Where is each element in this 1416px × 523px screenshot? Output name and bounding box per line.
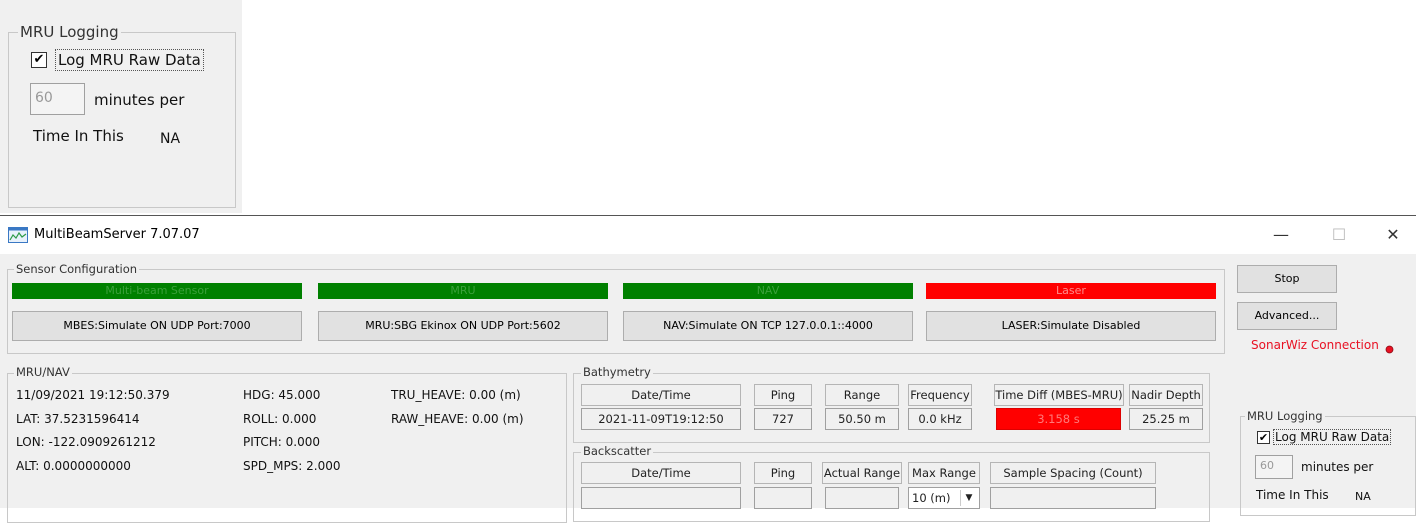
bs-header-sample-spacing: Sample Spacing (Count) (990, 462, 1156, 484)
mru-lat: LAT: 37.5231596414 (16, 412, 140, 426)
mru-nav-title: MRU/NAV (14, 365, 72, 379)
minutes-label-small: minutes per (1301, 460, 1374, 474)
laser-config-button[interactable]: LASER:Simulate Disabled (926, 311, 1216, 341)
close-button[interactable]: ✕ (1370, 220, 1416, 250)
mru-pitch: PITCH: 0.000 (243, 435, 321, 449)
bathy-header-nadir-depth: Nadir Depth (1129, 384, 1203, 406)
time-label: Time In This (33, 127, 124, 145)
advanced-button[interactable]: Advanced... (1237, 302, 1337, 330)
mru-logging-zoom-panel: MRU Logging ✔ Log MRU Raw Data 60 minute… (0, 0, 242, 213)
mru-speed: SPD_MPS: 2.000 (243, 459, 341, 473)
mru-roll: ROLL: 0.000 (243, 412, 317, 426)
mru-alt: ALT: 0.0000000000 (16, 459, 131, 473)
mru-logging-title-small: MRU Logging (1245, 409, 1325, 423)
window-title: MultiBeamServer 7.07.07 (34, 227, 200, 242)
bs-value-actual-range (825, 487, 899, 509)
bathy-value-frequency: 0.0 kHz (908, 408, 972, 430)
nav-config-button[interactable]: NAV:Simulate ON TCP 127.0.0.1::4000 (623, 311, 913, 341)
chevron-down-icon[interactable]: ▼ (960, 490, 977, 506)
minimize-button[interactable]: — (1258, 220, 1304, 250)
time-label-small: Time In This (1256, 488, 1329, 502)
mbes-config-button[interactable]: MBES:Simulate ON UDP Port:7000 (12, 311, 302, 341)
mru-datetime: 11/09/2021 19:12:50.379 (16, 388, 170, 402)
bathy-header-datetime: Date/Time (581, 384, 741, 406)
bathy-value-timediff: 3.158 s (996, 408, 1121, 430)
mru-lon: LON: -122.0909261212 (16, 435, 156, 449)
connection-status-led-icon (1385, 343, 1394, 357)
bathymetry-title: Bathymetry (581, 365, 653, 379)
bathy-header-frequency: Frequency (908, 384, 972, 406)
title-bar: MultiBeamServer 7.07.07 — ☐ ✕ (0, 216, 1416, 254)
max-range-selected-value: 10 (m) (912, 491, 951, 505)
bathy-header-ping: Ping (754, 384, 812, 406)
time-value: NA (160, 131, 181, 147)
app-icon (8, 227, 28, 246)
time-value-small: NA (1355, 490, 1371, 503)
bs-header-datetime: Date/Time (581, 462, 741, 484)
backscatter-title: Backscatter (581, 444, 654, 458)
multibeam-server-window: MultiBeamServer 7.07.07 — ☐ ✕ Sensor Con… (0, 215, 1416, 523)
mru-raw-heave: RAW_HEAVE: 0.00 (m) (391, 412, 524, 426)
bathy-value-nadir-depth: 25.25 m (1129, 408, 1203, 430)
bathy-header-range: Range (825, 384, 899, 406)
maximize-button[interactable]: ☐ (1316, 220, 1362, 250)
max-range-select[interactable]: 10 (m) ▼ (908, 487, 980, 509)
sonarwiz-connection-label: SonarWiz Connection (1251, 338, 1379, 352)
bathy-value-ping: 727 (754, 408, 812, 430)
bs-header-max-range: Max Range (908, 462, 980, 484)
log-raw-checkbox[interactable]: ✔ (31, 52, 47, 68)
bathy-header-timediff: Time Diff (MBES-MRU) (994, 384, 1124, 406)
bs-value-ping (754, 487, 812, 509)
bs-header-actual-range: Actual Range (822, 462, 902, 484)
mru-tru-heave: TRU_HEAVE: 0.00 (m) (391, 388, 521, 402)
mbes-status-bar: Multi-beam Sensor (12, 283, 302, 299)
bathy-value-datetime: 2021-11-09T19:12:50 (581, 408, 741, 430)
log-raw-label-small[interactable]: Log MRU Raw Data (1273, 429, 1392, 445)
laser-status-bar: Laser (926, 283, 1216, 299)
log-raw-checkbox-small[interactable]: ✔ (1257, 431, 1270, 444)
mru-status-bar: MRU (318, 283, 608, 299)
bs-value-datetime (581, 487, 741, 509)
minutes-label: minutes per (94, 91, 185, 109)
log-raw-label[interactable]: Log MRU Raw Data (55, 49, 204, 71)
sensor-configuration-title: Sensor Configuration (14, 262, 140, 276)
bathy-value-range: 50.50 m (825, 408, 899, 430)
mru-logging-title: MRU Logging (18, 23, 121, 41)
mru-config-button[interactable]: MRU:SBG Ekinox ON UDP Port:5602 (318, 311, 608, 341)
mru-hdg: HDG: 45.000 (243, 388, 321, 402)
bs-value-sample-spacing (990, 487, 1156, 509)
minutes-input[interactable]: 60 (30, 83, 85, 115)
stop-button[interactable]: Stop (1237, 265, 1337, 293)
bs-header-ping: Ping (754, 462, 812, 484)
nav-status-bar: NAV (623, 283, 913, 299)
minutes-input-small[interactable]: 60 (1255, 455, 1293, 479)
